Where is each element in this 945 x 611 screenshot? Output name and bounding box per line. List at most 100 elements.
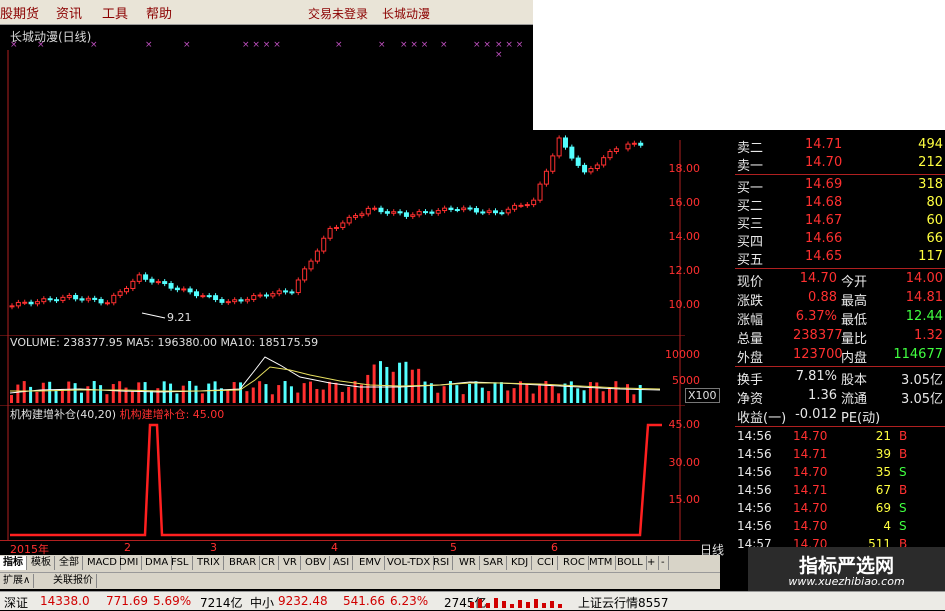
finance-value: 3.05亿: [901, 373, 943, 388]
candle-body: [289, 291, 295, 294]
indicator-axis-label: 30.00: [668, 456, 701, 469]
tab-[interactable]: 模板: [28, 556, 55, 570]
stat-label: 内盘: [841, 351, 868, 366]
tick-side: B: [899, 447, 908, 461]
sell-row: 卖二 14.71 494: [735, 136, 945, 156]
candle-body: [601, 157, 607, 166]
tab-cci[interactable]: CCI: [534, 556, 558, 570]
volume-bar: [632, 394, 636, 403]
tab-kdj[interactable]: KDJ: [508, 556, 533, 570]
volume-bar: [398, 362, 402, 403]
volume-bar: [41, 382, 45, 403]
tab-expand[interactable]: 扩展∧: [0, 574, 35, 588]
volume-bar: [143, 382, 147, 403]
menu-item-tools[interactable]: 工具: [102, 3, 128, 22]
volume-bar: [506, 390, 510, 403]
tab-wr[interactable]: WR: [456, 556, 480, 570]
menu-item-help[interactable]: 帮助: [146, 3, 172, 22]
tab-roc[interactable]: ROC: [560, 556, 589, 570]
tick-volume: 35: [875, 465, 891, 479]
tab-trix[interactable]: TRIX: [194, 556, 224, 570]
tab-rsi[interactable]: RSI: [430, 556, 454, 570]
candle-body: [391, 211, 397, 214]
menu-bar: 股期货 资讯 工具 帮助 交易未登录 长城动漫: [0, 0, 533, 25]
candle-body: [200, 295, 206, 298]
date-label: 4: [331, 541, 338, 554]
volume-bar: [499, 382, 503, 403]
candle-body: [206, 295, 212, 298]
sz-label: 深证: [4, 596, 29, 610]
candle-body: [257, 294, 263, 297]
date-label: 3: [210, 541, 217, 554]
price-axis-label: 14.00: [668, 230, 701, 243]
tab-cr[interactable]: CR: [258, 556, 279, 570]
candle-body: [314, 250, 320, 262]
candle-body: [22, 301, 28, 304]
candle-body: [448, 207, 454, 211]
candle-body: [353, 215, 359, 218]
date-label: 2: [124, 541, 131, 554]
cloud-quotes[interactable]: 上证云行情8557: [578, 594, 669, 611]
status-bar: 深证 14338.0 771.69 5.69% 7214亿 中小 9232.48…: [0, 591, 945, 610]
candle-body: [543, 170, 549, 185]
candle-body: [104, 302, 110, 305]
candle-body: [321, 237, 327, 252]
candle-body: [225, 301, 231, 304]
volume-bar: [137, 382, 141, 403]
tab-brar[interactable]: BRAR: [226, 556, 261, 570]
tab-boll[interactable]: BOLL: [614, 556, 647, 570]
finance-label: 换手: [737, 373, 764, 388]
tab-[interactable]: 指标: [0, 556, 27, 570]
candle-body: [302, 268, 308, 281]
candle-body: [79, 298, 85, 301]
volume-bar: [188, 381, 192, 403]
tab-[interactable]: -: [658, 556, 669, 570]
tab-mtm[interactable]: MTM: [586, 556, 617, 570]
candle-body: [473, 208, 479, 213]
candle-body: [512, 204, 518, 210]
candle-body: [85, 297, 91, 301]
candle-body: [117, 291, 123, 296]
volume-bar: [550, 385, 554, 403]
candle-body: [276, 290, 282, 295]
tab-sar[interactable]: SAR: [480, 556, 508, 570]
signal-marks: × × × × × × × × × × × × × × × × × × × × …: [10, 40, 524, 60]
price-axis-label: 16.00: [668, 196, 701, 209]
tab-related-quotes[interactable]: 关联报价: [50, 574, 97, 588]
menu-item-futures[interactable]: 股期货: [0, 3, 39, 22]
volume-unit: X100: [685, 388, 720, 403]
candle-body: [47, 298, 53, 301]
tab-obv[interactable]: OBV: [302, 556, 331, 570]
tab-voltdx[interactable]: VOL-TDX: [384, 556, 435, 570]
buy-row: 买一 14.69 318: [735, 176, 945, 196]
candle-body: [435, 210, 441, 214]
candle-body: [550, 155, 556, 172]
menu-item-news[interactable]: 资讯: [56, 3, 82, 22]
candle-body: [378, 207, 384, 213]
candle-body: [486, 210, 492, 213]
tab-dmi[interactable]: DMI: [116, 556, 143, 570]
tab-emv[interactable]: EMV: [356, 556, 385, 570]
finance-label: 收益(一): [737, 411, 787, 426]
candle-body: [524, 204, 530, 207]
volume-bar: [442, 386, 446, 403]
tab-vr[interactable]: VR: [280, 556, 301, 570]
volume-bar: [309, 381, 313, 403]
tick-price: 14.70: [793, 465, 828, 479]
buy-price: 14.69: [805, 177, 843, 192]
candle-body: [493, 210, 499, 214]
stat-value: 0.88: [808, 290, 837, 305]
stat-value: 114677: [893, 347, 943, 362]
candle-body: [365, 207, 371, 215]
finance-label: 流通: [841, 392, 868, 407]
volume-bar: [614, 381, 618, 403]
tab-asi[interactable]: ASI: [330, 556, 354, 570]
stat-value: 6.37%: [795, 309, 837, 324]
price-chart[interactable]: [0, 50, 685, 335]
indicator-chart[interactable]: [0, 405, 685, 540]
volume-bar: [404, 361, 408, 403]
tick-row: 14:56 14.71 39 B: [735, 446, 945, 464]
candle-body: [467, 207, 473, 210]
tab-[interactable]: 全部: [56, 556, 83, 570]
tab-fsl[interactable]: FSL: [168, 556, 193, 570]
